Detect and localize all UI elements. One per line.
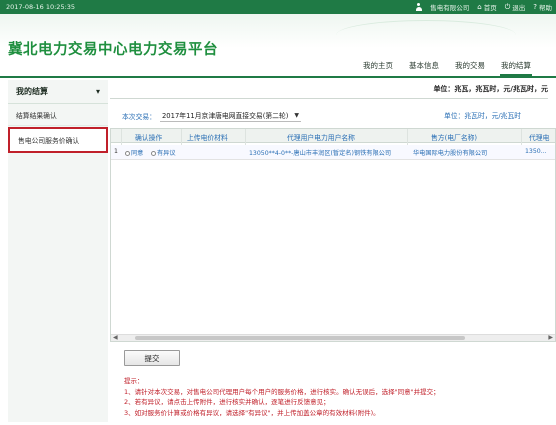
help-icon: ? — [533, 2, 537, 11]
sidebar-item-service-price-confirm[interactable]: 售电公司服务价确认 — [8, 127, 108, 153]
disagree-label: 有异议 — [157, 150, 176, 157]
logout-label: 退出 — [512, 4, 526, 12]
top-bar: 2017-08-16 10:25:35 售电有限公司 ⌂ 首页 ⏻ 退出 ? 帮… — [0, 0, 556, 14]
agree-radio[interactable] — [125, 151, 130, 156]
chevron-down-icon: ▼ — [294, 111, 300, 119]
user-menu[interactable] — [415, 3, 422, 11]
trade-select[interactable]: 2017年11月京津唐电网直接交易(第二轮) ▼ — [159, 110, 302, 122]
content-divider — [110, 98, 548, 99]
nav-tab-basic-info[interactable]: 基本信息 — [408, 60, 440, 76]
company-name: 售电有限公司 — [430, 4, 470, 12]
trade-select-value: 2017年11月京津唐电网直接交易(第二轮) — [161, 112, 289, 120]
platform-title: 冀北电力交易中心电力交易平台 — [8, 42, 218, 58]
tips-heading: 提示： — [124, 377, 144, 385]
table-header: 确认操作 上传电价材料 代理用户电力用户名称 售方(电厂名称) 代理电 — [111, 129, 555, 143]
service-price-table: 确认操作 上传电价材料 代理用户电力用户名称 售方(电厂名称) 代理电 1 同意… — [110, 128, 556, 342]
user-icon — [415, 3, 422, 11]
row-index: 1 — [114, 148, 118, 155]
agree-label: 同意 — [131, 150, 144, 157]
nav-tab-home[interactable]: 我的主页 — [362, 60, 394, 76]
disagree-radio[interactable] — [151, 151, 156, 156]
col-seller: 售方(电厂名称) — [431, 134, 478, 142]
unit-line: 单位：兆瓦，兆瓦时，元/兆瓦时，元 — [433, 85, 548, 93]
nav-tab-my-settlement[interactable]: 我的结算 — [500, 60, 532, 76]
trade-filter: 本次交易： 2017年11月京津唐电网直接交易(第二轮) ▼ — [122, 110, 302, 122]
nav-divider — [0, 76, 556, 78]
user-name-cell: 13050**4-0**-唐山市丰润区(暂定名)钢铁有限公司 — [249, 150, 392, 157]
scroll-thumb[interactable] — [135, 336, 465, 340]
horizontal-scrollbar[interactable]: ◀ ▶ — [111, 334, 555, 341]
home-link[interactable]: ⌂ 首页 — [477, 2, 496, 12]
scroll-left-icon[interactable]: ◀ — [113, 334, 118, 341]
sidebar-heading[interactable]: 我的结算 ▾ — [8, 80, 108, 104]
home-label: 首页 — [483, 4, 497, 12]
logout-icon: ⏻ — [504, 2, 511, 11]
datetime: 2017-08-16 10:25:35 — [6, 3, 76, 11]
trade-filter-label: 本次交易： — [122, 113, 156, 121]
main-nav: 我的主页 基本信息 我的交易 我的结算 — [362, 60, 532, 76]
submit-button[interactable]: 提交 — [124, 350, 180, 366]
tips-box: 提示： 1、请针对本次交易，对售电公司代理用户每个用户的服务价格，进行核实。确认… — [124, 376, 440, 418]
unit-short: 单位：兆瓦时，元/兆瓦时 — [444, 112, 522, 120]
tip-line-2: 2、若有异议，请点击上传附件，进行核实并确认，逐笔进行反馈意见； — [124, 398, 330, 406]
col-upload: 上传电价材料 — [187, 134, 228, 142]
help-label: 帮助 — [539, 4, 552, 12]
banner-decoration — [336, 20, 516, 50]
disagree-option[interactable]: 有异议 — [151, 148, 176, 157]
caret-down-icon: ▾ — [95, 87, 100, 96]
seller-name-cell: 华电国际电力股份有限公司 — [413, 150, 488, 157]
table-row: 1 同意 有异议 13050**4-0**-唐山市丰润区(暂定名)钢铁有限公司 … — [111, 145, 555, 160]
nav-tab-my-trades[interactable]: 我的交易 — [454, 60, 486, 76]
logout-link[interactable]: ⏻ 退出 — [505, 2, 526, 12]
col-agent: 代理电 — [529, 134, 550, 142]
tip-line-3: 3、如对服务价计算或价格有异议，请选择"有异议"，并上传加盖公章的有效材料(附件… — [124, 408, 380, 417]
col-confirm: 确认操作 — [135, 134, 163, 142]
sidebar-item-settlement-confirm[interactable]: 结算结果确认 — [8, 104, 108, 126]
top-bar-links: 售电有限公司 ⌂ 首页 ⏻ 退出 ? 帮助 — [415, 2, 552, 12]
agree-option[interactable]: 同意 — [125, 148, 143, 157]
agent-cell: 1350... — [525, 148, 547, 155]
sidebar-heading-label: 我的结算 — [16, 87, 48, 96]
tip-line-1: 1、请针对本次交易，对售电公司代理用户每个用户的服务价格，进行核实。确认无误后，… — [124, 387, 440, 396]
sidebar: 我的结算 ▾ 结算结果确认 售电公司服务价确认 — [8, 80, 108, 422]
scroll-right-icon[interactable]: ▶ — [548, 334, 553, 341]
home-icon: ⌂ — [477, 2, 482, 11]
col-user: 代理用户电力用户名称 — [287, 134, 355, 142]
help-link[interactable]: ? 帮助 — [533, 2, 552, 12]
